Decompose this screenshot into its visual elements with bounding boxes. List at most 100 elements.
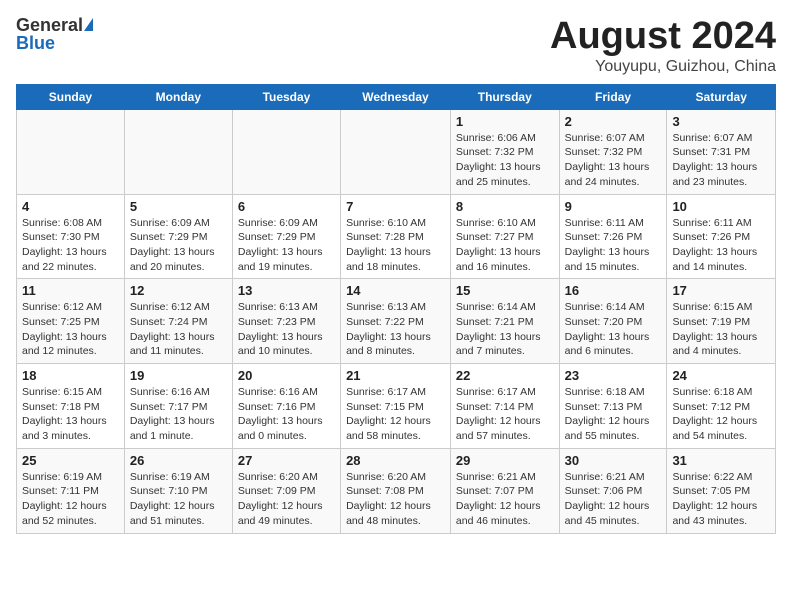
day-number: 23 [565, 368, 662, 383]
day-detail: Sunrise: 6:10 AM Sunset: 7:28 PM Dayligh… [346, 216, 445, 275]
calendar-cell: 23 Sunrise: 6:18 AM Sunset: 7:13 PM Dayli… [559, 364, 667, 449]
calendar-cell: 18 Sunrise: 6:15 AM Sunset: 7:18 PM Dayli… [17, 364, 125, 449]
calendar-cell: 27 Sunrise: 6:20 AM Sunset: 7:09 PM Dayli… [232, 448, 340, 533]
weekday-header-monday: Monday [124, 84, 232, 109]
day-detail: Sunrise: 6:09 AM Sunset: 7:29 PM Dayligh… [238, 216, 335, 275]
day-detail: Sunrise: 6:15 AM Sunset: 7:19 PM Dayligh… [672, 300, 770, 359]
day-detail: Sunrise: 6:15 AM Sunset: 7:18 PM Dayligh… [22, 385, 119, 444]
day-number: 21 [346, 368, 445, 383]
calendar-cell: 13Sunrise: 6:13 AM Sunset: 7:23 PM Dayli… [232, 279, 340, 364]
day-detail: Sunrise: 6:11 AM Sunset: 7:26 PM Dayligh… [672, 216, 770, 275]
day-detail: Sunrise: 6:06 AM Sunset: 7:32 PM Dayligh… [456, 131, 554, 190]
day-detail: Sunrise: 6:12 AM Sunset: 7:24 PM Dayligh… [130, 300, 227, 359]
day-detail: Sunrise: 6:13 AM Sunset: 7:22 PM Dayligh… [346, 300, 445, 359]
weekday-header-friday: Friday [559, 84, 667, 109]
logo-triangle-icon [84, 18, 93, 31]
calendar-cell: 12 Sunrise: 6:12 AM Sunset: 7:24 PM Dayli… [124, 279, 232, 364]
day-detail: Sunrise: 6:20 AM Sunset: 7:08 PM Dayligh… [346, 470, 445, 529]
calendar-cell: 21 Sunrise: 6:17 AM Sunset: 7:15 PM Dayli… [341, 364, 451, 449]
day-number: 9 [565, 199, 662, 214]
calendar-cell: 5Sunrise: 6:09 AM Sunset: 7:29 PM Daylig… [124, 194, 232, 279]
weekday-row: SundayMondayTuesdayWednesdayThursdayFrid… [17, 84, 776, 109]
calendar-title: August 2024 [550, 16, 776, 58]
day-number: 16 [565, 283, 662, 298]
calendar-cell [341, 109, 451, 194]
calendar-week-2: 4 Sunrise: 6:08 AM Sunset: 7:30 PM Daylig… [17, 194, 776, 279]
calendar-cell: 8 Sunrise: 6:10 AM Sunset: 7:27 PM Daylig… [450, 194, 559, 279]
day-detail: Sunrise: 6:21 AM Sunset: 7:07 PM Dayligh… [456, 470, 554, 529]
calendar-cell: 4 Sunrise: 6:08 AM Sunset: 7:30 PM Daylig… [17, 194, 125, 279]
day-detail: Sunrise: 6:22 AM Sunset: 7:05 PM Dayligh… [672, 470, 770, 529]
day-detail: Sunrise: 6:17 AM Sunset: 7:15 PM Dayligh… [346, 385, 445, 444]
calendar-cell: 24 Sunrise: 6:18 AM Sunset: 7:12 PM Dayli… [667, 364, 776, 449]
calendar-table: SundayMondayTuesdayWednesdayThursdayFrid… [16, 84, 776, 534]
day-detail: Sunrise: 6:12 AM Sunset: 7:25 PM Dayligh… [22, 300, 119, 359]
day-number: 6 [238, 199, 335, 214]
weekday-header-thursday: Thursday [450, 84, 559, 109]
page-header: General Blue August 2024 Youyupu, Guizho… [16, 16, 776, 76]
day-number: 18 [22, 368, 119, 383]
calendar-cell: 10 Sunrise: 6:11 AM Sunset: 7:26 PM Dayli… [667, 194, 776, 279]
calendar-header: SundayMondayTuesdayWednesdayThursdayFrid… [17, 84, 776, 109]
calendar-cell: 28Sunrise: 6:20 AM Sunset: 7:08 PM Dayli… [341, 448, 451, 533]
calendar-cell [232, 109, 340, 194]
day-number: 19 [130, 368, 227, 383]
calendar-cell: 25Sunrise: 6:19 AM Sunset: 7:11 PM Dayli… [17, 448, 125, 533]
calendar-cell: 16 Sunrise: 6:14 AM Sunset: 7:20 PM Dayli… [559, 279, 667, 364]
calendar-cell: 22Sunrise: 6:17 AM Sunset: 7:14 PM Dayli… [450, 364, 559, 449]
weekday-header-tuesday: Tuesday [232, 84, 340, 109]
calendar-cell [124, 109, 232, 194]
day-number: 13 [238, 283, 335, 298]
day-number: 7 [346, 199, 445, 214]
day-number: 2 [565, 114, 662, 129]
calendar-week-5: 25Sunrise: 6:19 AM Sunset: 7:11 PM Dayli… [17, 448, 776, 533]
day-detail: Sunrise: 6:19 AM Sunset: 7:10 PM Dayligh… [130, 470, 227, 529]
calendar-location: Youyupu, Guizhou, China [550, 58, 776, 76]
day-number: 24 [672, 368, 770, 383]
day-number: 10 [672, 199, 770, 214]
calendar-week-1: 1Sunrise: 6:06 AM Sunset: 7:32 PM Daylig… [17, 109, 776, 194]
weekday-header-sunday: Sunday [17, 84, 125, 109]
calendar-cell: 1Sunrise: 6:06 AM Sunset: 7:32 PM Daylig… [450, 109, 559, 194]
day-detail: Sunrise: 6:16 AM Sunset: 7:16 PM Dayligh… [238, 385, 335, 444]
day-number: 12 [130, 283, 227, 298]
day-detail: Sunrise: 6:16 AM Sunset: 7:17 PM Dayligh… [130, 385, 227, 444]
day-detail: Sunrise: 6:20 AM Sunset: 7:09 PM Dayligh… [238, 470, 335, 529]
calendar-week-4: 18 Sunrise: 6:15 AM Sunset: 7:18 PM Dayli… [17, 364, 776, 449]
day-number: 3 [672, 114, 770, 129]
day-number: 26 [130, 453, 227, 468]
title-block: August 2024 Youyupu, Guizhou, China [550, 16, 776, 76]
calendar-cell: 6 Sunrise: 6:09 AM Sunset: 7:29 PM Daylig… [232, 194, 340, 279]
day-detail: Sunrise: 6:07 AM Sunset: 7:31 PM Dayligh… [672, 131, 770, 190]
calendar-cell: 11Sunrise: 6:12 AM Sunset: 7:25 PM Dayli… [17, 279, 125, 364]
day-detail: Sunrise: 6:18 AM Sunset: 7:12 PM Dayligh… [672, 385, 770, 444]
calendar-cell: 9 Sunrise: 6:11 AM Sunset: 7:26 PM Daylig… [559, 194, 667, 279]
day-number: 17 [672, 283, 770, 298]
calendar-week-3: 11Sunrise: 6:12 AM Sunset: 7:25 PM Dayli… [17, 279, 776, 364]
calendar-cell: 20 Sunrise: 6:16 AM Sunset: 7:16 PM Dayli… [232, 364, 340, 449]
day-detail: Sunrise: 6:21 AM Sunset: 7:06 PM Dayligh… [565, 470, 662, 529]
day-detail: Sunrise: 6:11 AM Sunset: 7:26 PM Dayligh… [565, 216, 662, 275]
day-number: 8 [456, 199, 554, 214]
day-number: 30 [565, 453, 662, 468]
day-number: 27 [238, 453, 335, 468]
day-detail: Sunrise: 6:08 AM Sunset: 7:30 PM Dayligh… [22, 216, 119, 275]
calendar-cell: 26 Sunrise: 6:19 AM Sunset: 7:10 PM Dayli… [124, 448, 232, 533]
weekday-header-saturday: Saturday [667, 84, 776, 109]
logo: General Blue [16, 16, 93, 52]
day-detail: Sunrise: 6:17 AM Sunset: 7:14 PM Dayligh… [456, 385, 554, 444]
day-number: 29 [456, 453, 554, 468]
day-detail: Sunrise: 6:14 AM Sunset: 7:20 PM Dayligh… [565, 300, 662, 359]
logo-blue-text: Blue [16, 34, 55, 52]
day-number: 4 [22, 199, 119, 214]
day-detail: Sunrise: 6:10 AM Sunset: 7:27 PM Dayligh… [456, 216, 554, 275]
day-detail: Sunrise: 6:09 AM Sunset: 7:29 PM Dayligh… [130, 216, 227, 275]
day-number: 25 [22, 453, 119, 468]
day-detail: Sunrise: 6:18 AM Sunset: 7:13 PM Dayligh… [565, 385, 662, 444]
day-number: 20 [238, 368, 335, 383]
calendar-cell: 3 Sunrise: 6:07 AM Sunset: 7:31 PM Daylig… [667, 109, 776, 194]
calendar-cell: 2 Sunrise: 6:07 AM Sunset: 7:32 PM Daylig… [559, 109, 667, 194]
day-detail: Sunrise: 6:07 AM Sunset: 7:32 PM Dayligh… [565, 131, 662, 190]
calendar-cell [17, 109, 125, 194]
day-number: 14 [346, 283, 445, 298]
